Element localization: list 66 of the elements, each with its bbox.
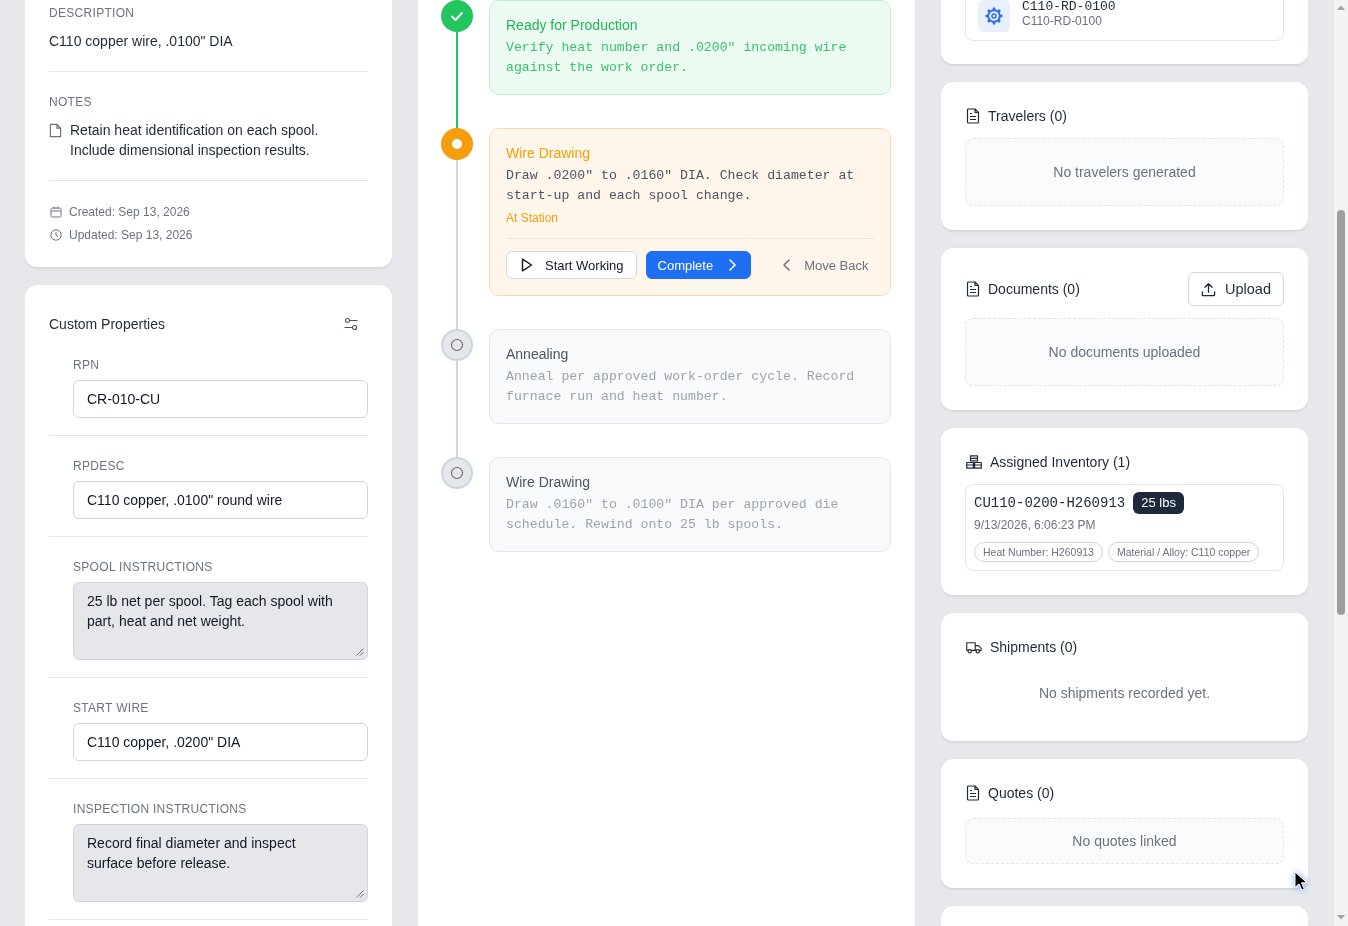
step-title: Annealing: [506, 345, 570, 364]
scrollbar-thumb[interactable]: [1337, 210, 1345, 615]
field-value: C110 copper wire, .0100" DIA: [49, 32, 234, 51]
empty-state-panel: No documents uploaded: [965, 318, 1284, 386]
resize-grip-icon[interactable]: [356, 648, 364, 656]
station-status: At Station: [506, 210, 560, 226]
property-label: RPDESC: [73, 458, 126, 474]
input-field[interactable]: C110 copper, .0100" round wire: [73, 481, 368, 519]
file-icon: [49, 123, 62, 138]
section-title: Shipments (0): [990, 638, 1078, 657]
lot-code: CU110-0200-H260913: [974, 495, 1126, 511]
resize-grip-icon[interactable]: [356, 890, 364, 898]
field-label: DESCRIPTION: [49, 5, 136, 21]
routing-item[interactable]: C110-RD-0100 C110-RD-0100: [965, 0, 1284, 41]
card-title: Custom Properties: [49, 315, 165, 334]
boxes-icon: [966, 455, 982, 469]
step-title: Wire Drawing: [506, 144, 591, 163]
property-label: RPN: [73, 357, 101, 373]
start-button[interactable]: Start Working: [506, 251, 637, 279]
empty-state-panel: No quotes linked: [965, 818, 1284, 864]
input-field[interactable]: CR-010-CU: [73, 380, 368, 418]
upload-button[interactable]: Upload: [1188, 272, 1284, 306]
step-description: Anneal per approved work-order cycle. Record furnace run and heat number.: [506, 368, 856, 406]
input-field[interactable]: C110 copper, .0200" DIA: [73, 723, 368, 761]
chevron-left-icon: [783, 259, 791, 271]
empty-state-panel: No travelers generated: [965, 138, 1284, 206]
calendar-icon: [50, 206, 62, 218]
document-icon: [966, 108, 980, 124]
notes-text: Retain heat identification on each spool. Include dimensional inspection results.: [70, 121, 320, 160]
sliders-icon[interactable]: [344, 317, 358, 331]
chevron-right-icon: [729, 259, 737, 271]
property-label: SPOOL INSTRUCTIONS: [73, 559, 214, 575]
document-icon: [966, 281, 980, 297]
timestamp-text: Updated: Sep 13, 2026: [69, 227, 193, 243]
textarea-field[interactable]: Record final diameter and inspect surface before release.: [73, 824, 368, 902]
scroll-down-icon[interactable]: [1337, 915, 1345, 920]
document-icon: [966, 785, 980, 801]
routing-code: C110-RD-0100: [1022, 0, 1116, 13]
back-button[interactable]: Move Back: [777, 251, 875, 279]
routing-subtitle: C110-RD-0100: [1022, 13, 1103, 29]
scroll-up-icon[interactable]: [1337, 5, 1345, 10]
field-label: NOTES: [49, 94, 93, 110]
scrollbar-track[interactable]: [1334, 0, 1348, 926]
step-description: Draw .0160" to .0100" DIA per approved die schedule. Rewind onto 25 lb spools.: [506, 496, 840, 534]
section-title: Quotes (0): [988, 784, 1055, 803]
clock-icon: [50, 229, 62, 241]
section-title: Assigned Inventory (1): [990, 453, 1131, 472]
empty-state-text: No shipments recorded yet.: [1037, 684, 1212, 703]
inventory-item-card[interactable]: CU110-0200-H260913 25 lbs 9/13/2026, 6:06:23 PM Heat Number: H260913 Material / Alloy: C110 copper: [965, 484, 1284, 571]
step-title: Wire Drawing: [506, 473, 591, 492]
section-title: Documents (0): [988, 280, 1080, 299]
step-description: Draw .0200" to .0160" DIA. Check diameter at start-up and each spool change.: [506, 167, 856, 205]
timestamp-text: 9/13/2026, 6:06:23 PM: [974, 517, 1097, 533]
quantity-badge: 25 lbs: [1133, 492, 1184, 514]
step-description: Verify heat number and .0200" incoming wire against the work order.: [506, 39, 848, 77]
complete-button[interactable]: Complete: [645, 251, 752, 279]
gear-icon: [978, 0, 1010, 32]
play-icon: [521, 258, 533, 272]
timestamp-text: Created: Sep 13, 2026: [69, 204, 190, 220]
upload-icon: [1201, 281, 1217, 297]
property-label: INSPECTION INSTRUCTIONS: [73, 801, 248, 817]
step-title: Ready for Production: [506, 16, 639, 35]
truck-icon: [966, 640, 982, 654]
section-title: Travelers (0): [988, 107, 1067, 126]
property-label: START WIRE: [73, 700, 150, 716]
textarea-field[interactable]: 25 lb net per spool. Tag each spool with part, heat and net weight.: [73, 582, 368, 660]
